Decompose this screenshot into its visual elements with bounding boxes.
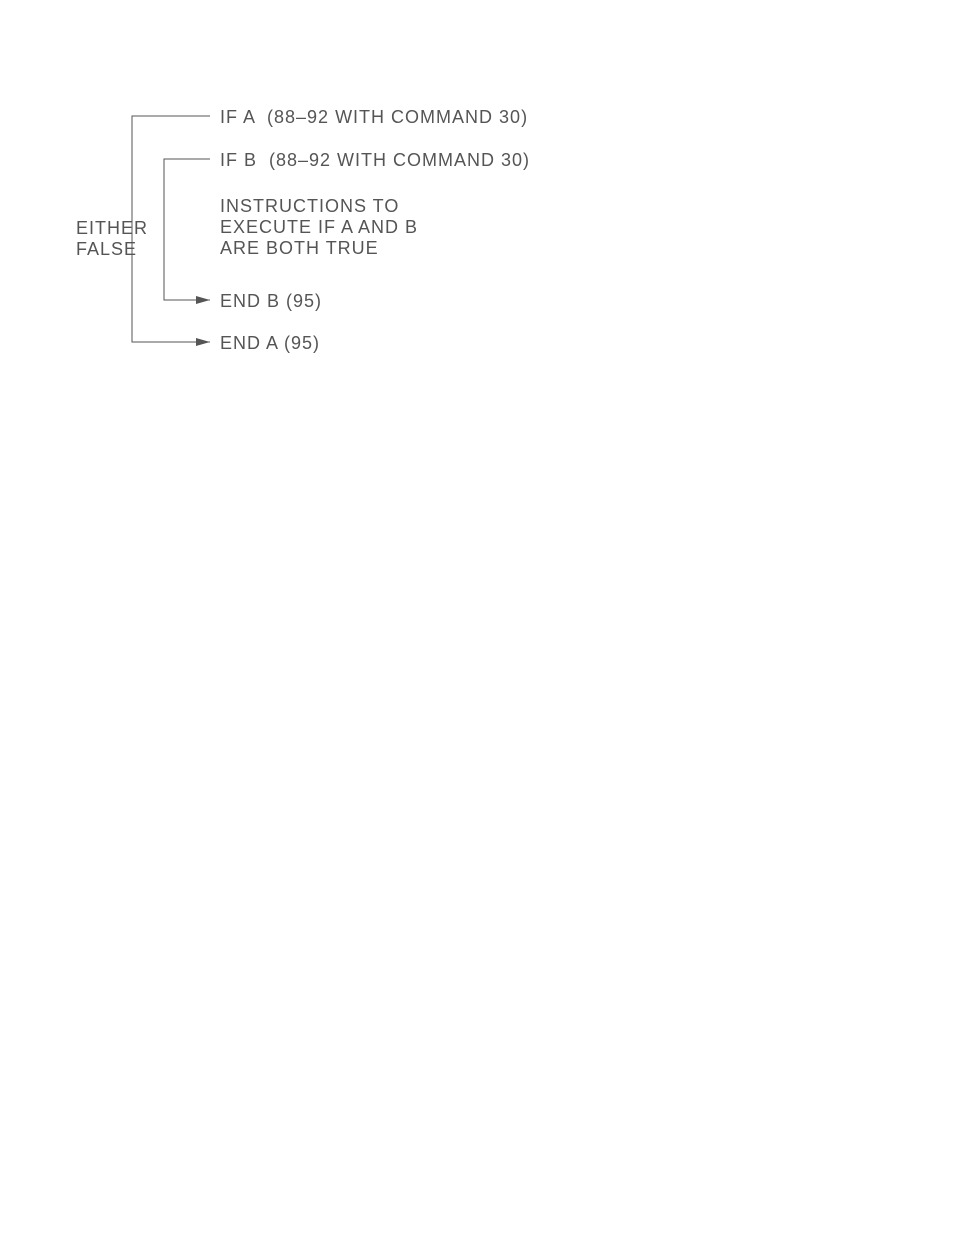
either-false-label: EITHER FALSE bbox=[76, 218, 124, 260]
flow-bracket-svg bbox=[0, 0, 954, 1235]
if-b-label: IF B (88–92 WITH COMMAND 30) bbox=[220, 150, 530, 171]
end-a-label: END A (95) bbox=[220, 333, 320, 354]
inner-bracket-path bbox=[164, 159, 210, 300]
diagram-container: IF A (88–92 WITH COMMAND 30) IF B (88–92… bbox=[0, 0, 954, 1235]
arrowhead-end-b bbox=[196, 296, 210, 304]
end-b-label: END B (95) bbox=[220, 291, 322, 312]
instructions-label: INSTRUCTIONS TO EXECUTE IF A AND B ARE B… bbox=[220, 196, 418, 259]
arrowhead-end-a bbox=[196, 338, 210, 346]
if-a-label: IF A (88–92 WITH COMMAND 30) bbox=[220, 107, 528, 128]
